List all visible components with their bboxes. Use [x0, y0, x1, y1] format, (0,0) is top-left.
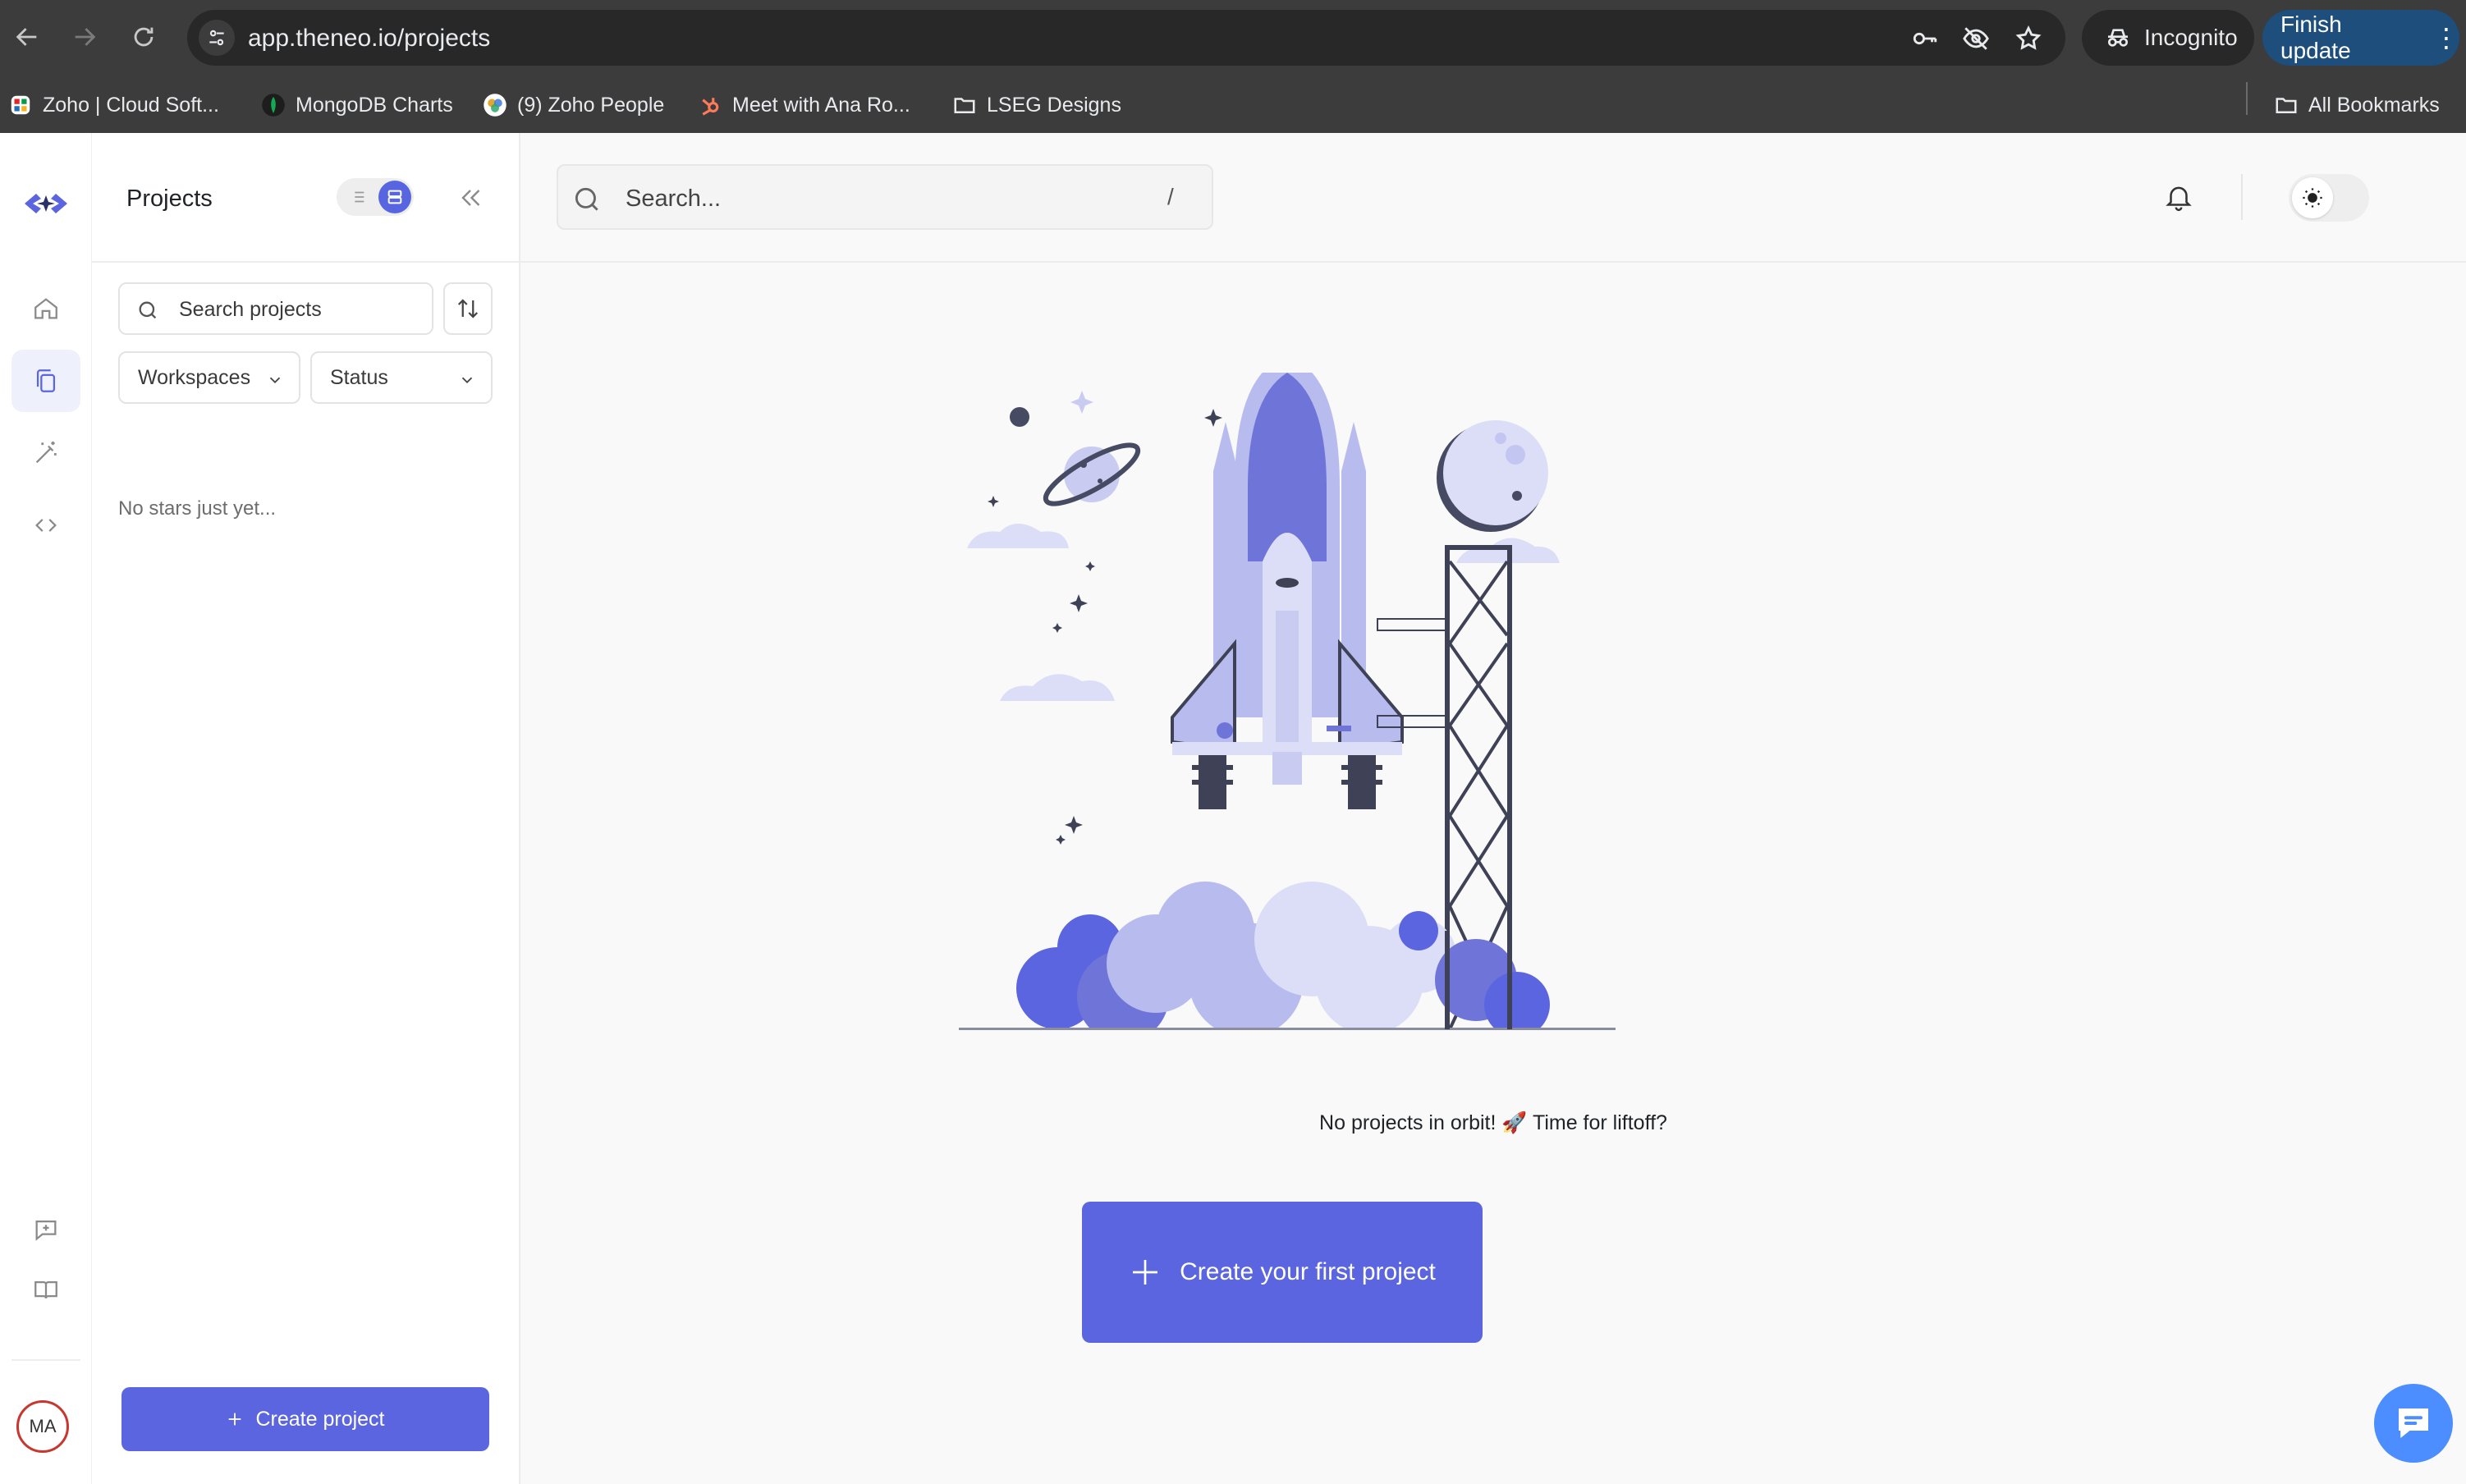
folder-icon	[2274, 93, 2299, 117]
chevron-down-icon	[269, 377, 281, 384]
arrow-left-icon	[16, 28, 37, 46]
rail-divider	[11, 1359, 80, 1361]
eye-off-icon[interactable]	[1960, 23, 1992, 54]
plus-icon	[1133, 1260, 1158, 1285]
code-icon	[35, 519, 57, 532]
zoho-people-icon	[483, 93, 507, 117]
collapse-panel-button[interactable]	[453, 181, 488, 215]
search-shortcut-hint: /	[1167, 184, 1174, 209]
home-icon	[34, 298, 57, 319]
projects-panel-header: Projects	[92, 133, 520, 263]
sun-icon	[2292, 177, 2333, 218]
theneo-logo[interactable]	[23, 187, 69, 220]
magic-wand-icon	[35, 441, 57, 464]
list-view-icon[interactable]	[341, 181, 374, 213]
finish-update-button[interactable]: Finish update ⋮	[2262, 10, 2459, 66]
forward-button[interactable]	[66, 18, 103, 56]
hubspot-icon	[698, 93, 722, 117]
global-search-input[interactable]	[626, 184, 1118, 213]
workspaces-filter[interactable]: Workspaces	[118, 351, 300, 404]
create-project-button[interactable]: Create project	[121, 1387, 489, 1451]
global-search-field[interactable]: /	[557, 164, 1213, 230]
notifications-button[interactable]	[2161, 179, 2197, 215]
site-info-button[interactable]	[199, 20, 235, 56]
password-key-icon[interactable]	[1909, 23, 1941, 54]
avatar[interactable]: MA	[16, 1400, 69, 1453]
more-vertical-icon[interactable]: ⋮	[2433, 25, 2459, 51]
chat-add-icon	[35, 1220, 57, 1241]
incognito-label: Incognito	[2144, 25, 2238, 50]
panel-title: Projects	[126, 186, 213, 212]
empty-state-message: No projects in orbit! 🚀 Time for liftoff…	[1319, 1111, 1667, 1134]
mongodb-icon	[261, 93, 286, 117]
theme-toggle[interactable]	[2289, 174, 2369, 222]
search-projects-field[interactable]	[118, 282, 433, 335]
bookmarks-divider	[2246, 82, 2248, 115]
bookmark-item[interactable]: Zoho | Cloud Soft...	[8, 90, 219, 120]
url-text[interactable]: app.theneo.io/projects	[248, 25, 490, 53]
app: MA Projects Search projects Workspaces S…	[0, 133, 2466, 1484]
rail-projects[interactable]	[11, 350, 80, 412]
browser-chrome: app.theneo.io/projects Incognito Finish …	[0, 0, 2466, 133]
copy-icon	[36, 369, 56, 392]
search-projects-input[interactable]	[179, 295, 417, 323]
finish-update-label: Finish update	[2280, 11, 2351, 63]
view-mode-toggle[interactable]	[337, 178, 414, 216]
workspaces-filter-label: Workspaces	[138, 365, 251, 389]
sort-button[interactable]	[443, 282, 493, 335]
status-filter-label: Status	[330, 365, 388, 389]
arrow-right-icon	[75, 28, 96, 46]
main-header: /	[520, 133, 2466, 263]
support-chat-button[interactable]	[2374, 1384, 2453, 1463]
rail-home[interactable]	[11, 277, 80, 340]
chevrons-left-icon	[461, 190, 480, 206]
rail-feedback[interactable]	[11, 1198, 80, 1261]
all-bookmarks[interactable]: All Bookmarks	[2274, 90, 2440, 120]
main-content: /	[520, 133, 2466, 1484]
search-icon	[136, 299, 159, 326]
icon-rail: MA	[0, 133, 92, 1484]
rocket-launch-illustration	[959, 373, 1616, 1046]
address-bar[interactable]: app.theneo.io/projects	[187, 10, 2065, 66]
create-project-label: Create project	[255, 1407, 385, 1431]
card-view-icon[interactable]	[378, 181, 411, 213]
rail-docs[interactable]	[11, 1259, 80, 1321]
chevron-down-icon	[461, 377, 473, 384]
header-divider	[2241, 174, 2243, 220]
bookmark-folder[interactable]: LSEG Designs	[952, 90, 1121, 120]
plus-icon	[229, 1413, 241, 1426]
reload-button[interactable]	[125, 18, 163, 56]
bookmark-star-icon[interactable]	[2013, 23, 2044, 54]
reload-icon	[134, 27, 154, 47]
chat-bubble-icon	[2399, 1408, 2428, 1438]
tune-icon	[209, 30, 224, 46]
bookmark-item[interactable]: MongoDB Charts	[261, 90, 453, 120]
bookmarks-bar: Zoho | Cloud Soft... MongoDB Charts (9) …	[0, 76, 2466, 133]
bell-icon	[2166, 186, 2192, 212]
folder-icon	[952, 93, 977, 117]
bookmark-item[interactable]: Meet with Ana Ro...	[698, 90, 910, 120]
bookmark-item[interactable]: (9) Zoho People	[483, 90, 664, 120]
rail-code[interactable]	[11, 494, 80, 556]
create-first-project-button[interactable]: Create your first project	[1082, 1202, 1483, 1343]
empty-stars-text: No stars just yet...	[118, 497, 277, 520]
book-icon	[34, 1280, 57, 1299]
avatar-initials: MA	[29, 1416, 57, 1436]
incognito-indicator[interactable]: Incognito	[2082, 10, 2254, 66]
status-filter[interactable]: Status	[310, 351, 493, 404]
browser-toolbar: app.theneo.io/projects Incognito Finish …	[0, 0, 2466, 76]
sort-icon	[457, 299, 479, 318]
rail-magic[interactable]	[11, 422, 80, 484]
search-icon	[571, 184, 603, 219]
zoho-icon	[8, 93, 33, 117]
back-button[interactable]	[8, 18, 46, 56]
incognito-icon	[2108, 29, 2128, 47]
projects-panel: Projects Workspaces	[92, 133, 520, 1484]
create-first-project-label: Create your first project	[1180, 1258, 1436, 1285]
